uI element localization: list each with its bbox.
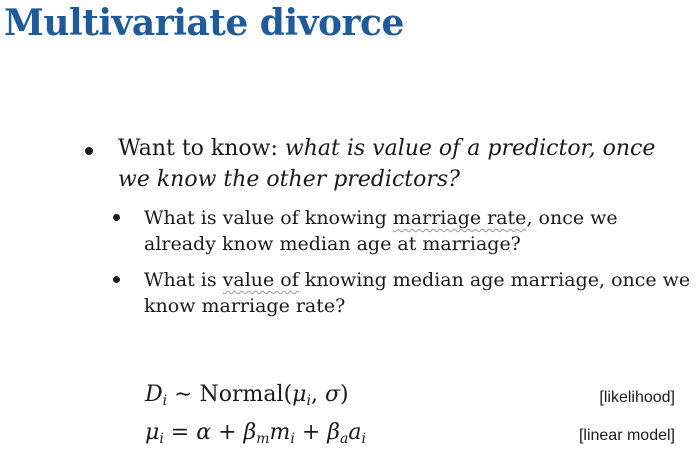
equation-linear-model-tag: [linear model] — [578, 427, 675, 444]
equation-likelihood: Di ∼ Normal(μi, σ) — [145, 382, 349, 408]
sub-bullet-dot — [113, 276, 120, 283]
eq2-a: a — [348, 420, 362, 445]
sub-bullet-1: What is value of knowing marriage rate, … — [144, 205, 694, 257]
eq1-rhs-pre: Normal( — [199, 382, 293, 407]
sub-bullet-dot — [113, 214, 120, 221]
sub-bullet-1-pre: What is value of knowing — [144, 207, 393, 229]
eq1-lhs-var: D — [145, 382, 163, 407]
eq2-beta-m: β — [243, 420, 257, 445]
eq2-plus2: + — [294, 420, 328, 445]
equation-likelihood-tag: [likelihood] — [599, 389, 675, 406]
eq1-rhs-post: ) — [339, 382, 349, 407]
sub-bullet-2-squiggle: value of — [222, 269, 299, 291]
equation-linear-model: μi = α + βmmi + βaai — [145, 420, 366, 447]
eq2-rel: = — [163, 420, 197, 445]
eq2-beta-a: β — [327, 420, 340, 445]
sub-bullet-2: What is value of knowing median age marr… — [144, 267, 694, 319]
eq1-mu: μ — [292, 382, 307, 407]
eq2-m: m — [269, 420, 291, 445]
eq2-plus1: + — [211, 420, 244, 445]
sub-bullet-2-pre: What is — [144, 269, 223, 291]
eq2-a-sub: i — [361, 431, 366, 447]
eq2-alpha: α — [196, 420, 212, 445]
bullet-main: Want to know: what is value of a predict… — [118, 133, 693, 195]
eq1-sigma: σ — [324, 382, 340, 407]
bullet-main-lead: Want to know: — [118, 136, 285, 161]
eq1-rel: ∼ — [167, 382, 200, 407]
bullet-dot — [85, 147, 93, 155]
eq1-rhs-mid: , — [310, 382, 325, 407]
eq2-lhs-var: μ — [145, 420, 160, 445]
sub-bullet-1-squiggle: marriage rate — [392, 207, 527, 229]
eq2-beta-m-sub: m — [256, 431, 270, 447]
slide-title: Multivariate divorce — [4, 2, 404, 44]
